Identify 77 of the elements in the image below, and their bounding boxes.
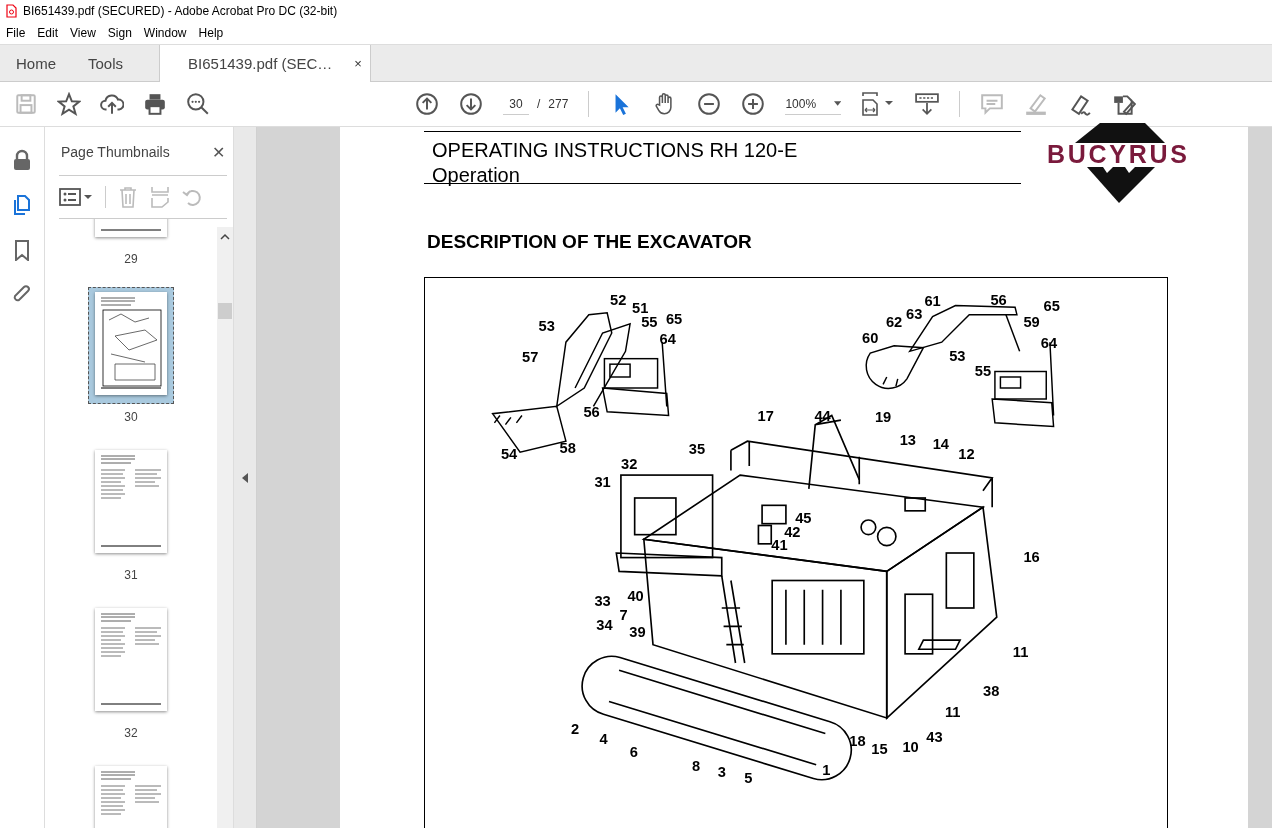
window-title: BI651439.pdf (SECURED) - Adobe Acrobat Pro DC (32-bit) bbox=[23, 4, 338, 18]
callout-number: 4 bbox=[599, 730, 608, 747]
close-icon[interactable]: ✕ bbox=[212, 142, 225, 162]
document-title: OPERATING INSTRUCTIONS RH 120-E bbox=[432, 138, 799, 163]
callout-number: 11 bbox=[945, 704, 961, 721]
callout-number: 40 bbox=[627, 587, 644, 604]
callout-number: 45 bbox=[795, 509, 812, 526]
callout-number: 15 bbox=[871, 740, 888, 757]
callout-number: 51 bbox=[632, 299, 649, 316]
document-subtitle: Operation bbox=[432, 163, 521, 188]
callout-number: 43 bbox=[926, 728, 943, 745]
company-logo: BUCYRUS bbox=[1045, 123, 1190, 203]
tab[interactable]: Home bbox=[0, 45, 72, 81]
callout-number: 54 bbox=[500, 445, 518, 462]
close-icon[interactable]: × bbox=[354, 56, 362, 71]
page-number: 29 bbox=[124, 252, 138, 266]
callout-number: 64 bbox=[659, 331, 676, 347]
callout-number: 60 bbox=[862, 330, 879, 347]
menu-item[interactable]: Sign bbox=[101, 26, 138, 40]
callout-number: 57 bbox=[522, 349, 539, 366]
tab[interactable]: Tools bbox=[72, 45, 140, 81]
callout-number: 2 bbox=[571, 720, 580, 737]
callout-number: 55 bbox=[974, 363, 992, 380]
callout-number: 39 bbox=[629, 624, 646, 641]
callout-number: 32 bbox=[621, 455, 638, 472]
callout-number: 56 bbox=[583, 404, 600, 421]
callout-number: 12 bbox=[958, 445, 975, 462]
callout-number: 10 bbox=[902, 738, 919, 755]
callout-number: 13 bbox=[899, 431, 916, 448]
menu-item[interactable]: Edit bbox=[31, 26, 65, 40]
callout-number: 14 bbox=[932, 436, 949, 453]
callout-number: 65 bbox=[665, 310, 683, 327]
callout-number: 65 bbox=[1043, 298, 1060, 314]
callout-number: 6 bbox=[629, 743, 638, 760]
menu-item[interactable]: View bbox=[64, 26, 102, 40]
callout-number: 1 bbox=[822, 761, 831, 778]
callout-number: 33 bbox=[594, 593, 611, 610]
callout-number: 19 bbox=[874, 408, 892, 425]
page-separator: / bbox=[537, 97, 541, 111]
section-heading: DESCRIPTION OF THE EXCAVATOR bbox=[427, 231, 753, 253]
callout-number: 7 bbox=[619, 606, 628, 623]
page-number: 30 bbox=[124, 410, 138, 424]
callout-number: 17 bbox=[757, 408, 774, 424]
callout-number: 11 bbox=[1012, 643, 1029, 660]
zoom-dropdown[interactable]: 100% bbox=[785, 93, 842, 115]
menu-item[interactable]: Window bbox=[137, 26, 193, 40]
callout-number: 62 bbox=[885, 313, 903, 330]
callout-number: 5 bbox=[744, 770, 753, 787]
tab[interactable]: BI651439.pdf (SEC… × bbox=[159, 45, 371, 82]
callout-number: 35 bbox=[688, 441, 706, 457]
page-number-field[interactable]: 30 bbox=[503, 93, 529, 115]
callout-number: 52 bbox=[610, 291, 627, 308]
callout-number: 56 bbox=[990, 291, 1007, 308]
callout-number: 44 bbox=[814, 408, 831, 424]
callout-number: 53 bbox=[949, 348, 966, 365]
callout-number: 31 bbox=[594, 474, 611, 490]
callout-number: 53 bbox=[538, 318, 555, 335]
menu-item[interactable]: File bbox=[0, 26, 32, 40]
callout-number: 18 bbox=[849, 733, 866, 750]
page-number: 32 bbox=[124, 726, 138, 740]
callout-number: 3 bbox=[717, 763, 726, 780]
page-count: 277 bbox=[548, 97, 569, 111]
menu-item[interactable]: Help bbox=[192, 26, 230, 40]
callout-number: 41 bbox=[771, 537, 788, 554]
callout-number: 58 bbox=[559, 440, 576, 457]
callout-number: 38 bbox=[983, 683, 1000, 699]
page-number: 31 bbox=[124, 568, 138, 582]
callout-number: 42 bbox=[784, 523, 801, 540]
callout-number: 63 bbox=[906, 306, 923, 323]
callout-number: 34 bbox=[596, 617, 613, 633]
callout-number: 61 bbox=[924, 292, 941, 309]
callout-number: 8 bbox=[692, 758, 701, 775]
callout-number: 59 bbox=[1023, 313, 1040, 330]
callout-number: 55 bbox=[641, 313, 658, 330]
callout-number: 64 bbox=[1040, 334, 1058, 351]
panel-title: Page Thumbnails bbox=[61, 144, 170, 160]
callout-number: 16 bbox=[1023, 549, 1040, 566]
